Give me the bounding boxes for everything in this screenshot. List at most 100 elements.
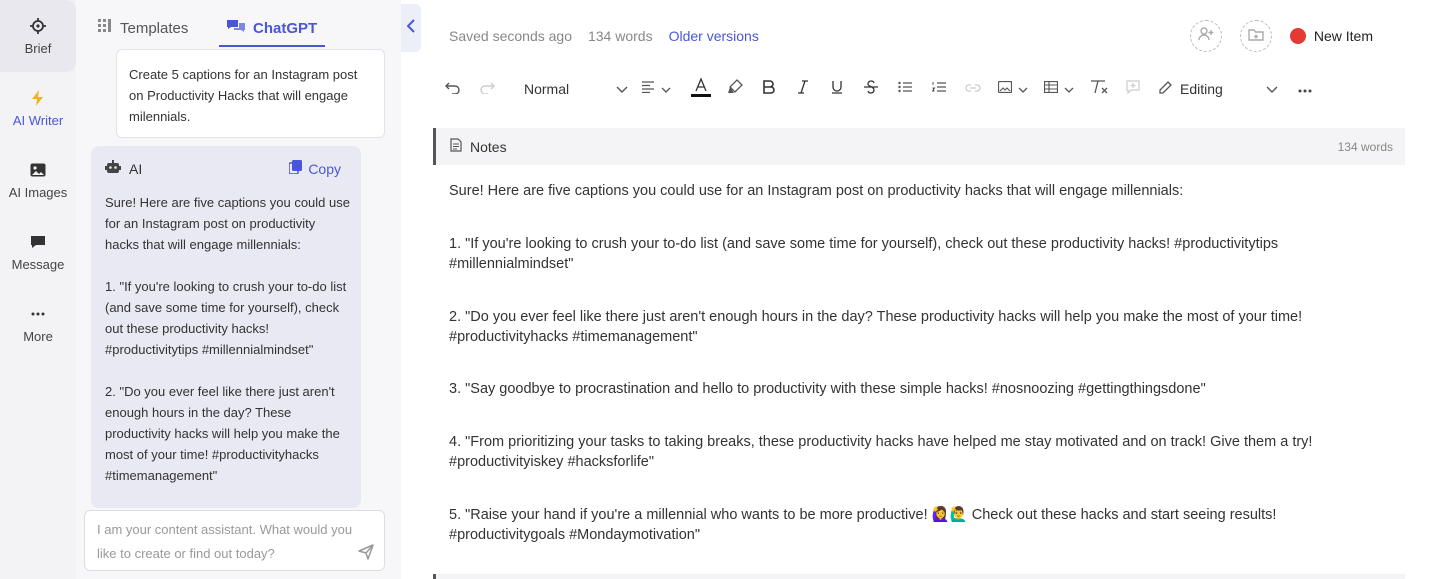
underline-button[interactable] — [824, 76, 850, 102]
doc-paragraph: 2. "Do you ever feel like there just are… — [449, 309, 1303, 345]
rail-item-label: AI Writer — [12, 112, 64, 128]
older-versions-link[interactable]: Older versions — [669, 28, 759, 44]
notes-title: Notes — [450, 138, 507, 155]
table-insert-select[interactable] — [1040, 76, 1078, 102]
paragraph-style-select[interactable]: Normal — [524, 81, 628, 97]
text-color-button[interactable] — [688, 76, 714, 102]
folder-icon — [1248, 27, 1264, 46]
rail-item-ai-images[interactable]: AI Images — [0, 144, 76, 216]
chevron-down-icon — [1018, 80, 1028, 98]
numbered-list-button[interactable] — [926, 76, 952, 102]
rail-item-label: Brief — [24, 40, 52, 56]
doc-paragraph: 5. "Raise your hand if you're a millenni… — [449, 507, 1277, 543]
pencil-icon — [1158, 80, 1172, 98]
robot-icon — [105, 160, 121, 177]
chat-bubbles-icon — [227, 19, 245, 37]
notes-title-label: Notes — [470, 138, 507, 155]
left-rail: Brief AI Writer AI Images Message More — [0, 0, 76, 579]
comment-icon — [1126, 79, 1140, 99]
more-options-button[interactable] — [1292, 76, 1318, 102]
table-icon — [1043, 80, 1059, 98]
assistant-input[interactable]: I am your content assistant. What would … — [84, 510, 385, 571]
grid-icon — [98, 19, 112, 37]
clear-format-icon — [1090, 79, 1108, 99]
align-select[interactable] — [638, 76, 674, 102]
add-folder-button[interactable] — [1239, 20, 1272, 52]
image-icon — [29, 161, 47, 179]
chevron-down-icon — [661, 80, 671, 98]
rail-item-ai-writer[interactable]: AI Writer — [0, 72, 76, 144]
word-count: 134 words — [587, 28, 653, 44]
send-icon[interactable] — [358, 544, 374, 560]
ai-sender-label: AI — [129, 160, 143, 177]
tab-chatgpt[interactable]: ChatGPT — [219, 10, 326, 47]
italic-button[interactable] — [790, 76, 816, 102]
text-color-icon — [691, 76, 711, 102]
copy-icon — [288, 160, 303, 177]
ai-paragraph: 1. "If you're looking to crush your to-d… — [105, 279, 347, 357]
link-button[interactable] — [960, 76, 986, 102]
crosshair-icon — [29, 17, 47, 35]
mode-select-value: Editing — [1180, 81, 1223, 97]
collapse-panel-button[interactable] — [401, 4, 421, 52]
doc-paragraph: 3. "Say goodbye to procrastination and h… — [449, 381, 1206, 397]
doc-paragraph: Sure! Here are five captions you could u… — [449, 183, 1184, 199]
chevron-left-icon — [406, 18, 415, 38]
notes-section-header[interactable]: Notes 134 words — [433, 128, 1405, 165]
highlighter-icon — [727, 78, 743, 100]
bullet-list-button[interactable] — [892, 76, 918, 102]
doc-paragraph: 1. "If you're looking to crush your to-d… — [449, 236, 1279, 272]
input-placeholder: I am your content assistant. What would … — [97, 522, 353, 561]
panel-tabs: Templates ChatGPT — [76, 0, 401, 48]
copy-label: Copy — [308, 160, 341, 177]
ai-paragraph: 2. "Do you ever feel like there just are… — [105, 384, 340, 483]
header-actions: New Item — [1189, 20, 1373, 52]
ellipsis-icon — [29, 305, 47, 323]
undo-icon — [445, 80, 461, 99]
rail-item-more[interactable]: More — [0, 288, 76, 360]
image-insert-select[interactable] — [994, 76, 1032, 102]
image-icon — [997, 80, 1013, 98]
assistant-panel: Templates ChatGPT Create 5 captions for … — [76, 0, 401, 579]
user-prompt-bubble: Create 5 captions for an Instagram post … — [116, 49, 385, 138]
saved-text: Saved seconds ago — [449, 28, 572, 44]
style-select-value: Normal — [524, 81, 570, 97]
tab-label: Templates — [120, 19, 189, 37]
chevron-down-icon — [1064, 80, 1074, 98]
copy-button[interactable]: Copy — [288, 160, 341, 177]
ai-paragraph: Sure! Here are five captions you could u… — [105, 195, 350, 252]
status-dot-icon — [1289, 28, 1306, 44]
lightning-icon — [29, 89, 47, 107]
comment-button[interactable] — [1120, 76, 1146, 102]
strikethrough-button[interactable] — [858, 76, 884, 102]
ai-response-text: Sure! Here are five captions you could u… — [105, 192, 351, 507]
tab-label: ChatGPT — [253, 19, 318, 37]
redo-button[interactable] — [474, 76, 500, 102]
add-collaborator-button[interactable] — [1189, 20, 1222, 52]
redo-icon — [479, 80, 495, 99]
undo-button[interactable] — [440, 76, 466, 102]
add-user-icon — [1198, 26, 1214, 46]
chevron-down-icon — [1266, 81, 1278, 97]
highlight-button[interactable] — [722, 76, 748, 102]
rail-item-brief[interactable]: Brief — [0, 0, 76, 72]
editing-mode-select[interactable]: Editing — [1158, 80, 1278, 98]
rail-item-message[interactable]: Message — [0, 216, 76, 288]
chevron-down-icon — [616, 81, 628, 97]
doc-paragraph: 4. "From prioritizing your tasks to taki… — [449, 434, 1313, 470]
align-left-icon — [641, 80, 655, 98]
underline-icon — [831, 80, 843, 99]
next-section-header — [433, 574, 1405, 579]
ellipsis-icon — [1298, 80, 1312, 98]
clear-format-button[interactable] — [1086, 76, 1112, 102]
bold-button[interactable] — [756, 76, 782, 102]
rail-item-label: AI Images — [8, 184, 68, 200]
italic-icon — [798, 79, 808, 99]
ai-sender: AI — [105, 160, 142, 177]
rail-item-label: Message — [11, 256, 65, 272]
tab-templates[interactable]: Templates — [90, 10, 196, 46]
new-item-button[interactable]: New Item — [1289, 28, 1373, 44]
strikethrough-icon — [864, 79, 878, 99]
new-item-label: New Item — [1313, 28, 1373, 44]
ai-response-bubble: AI Copy Sure! Here are five captions you… — [91, 146, 361, 508]
